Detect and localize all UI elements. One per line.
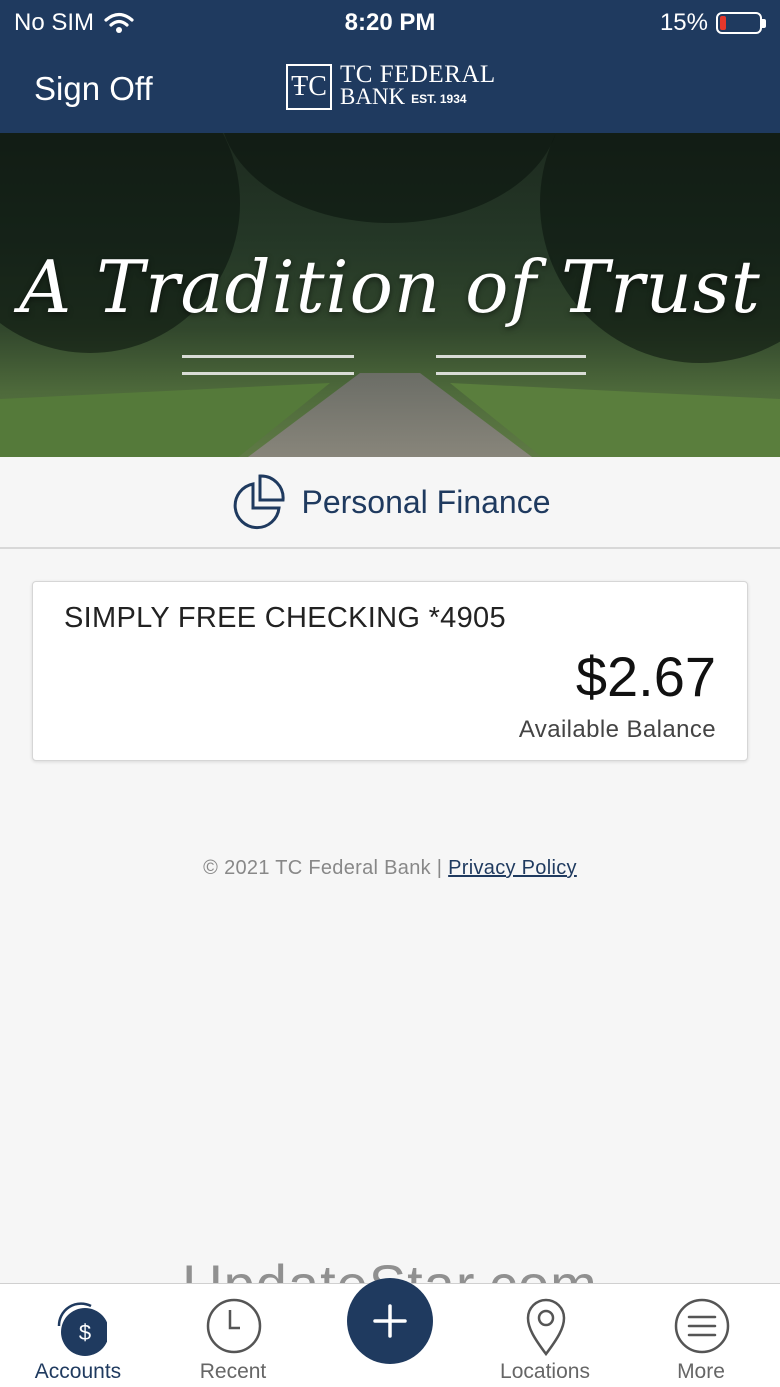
logo-text: TC FEDERAL BANK EST. 1934 bbox=[340, 61, 496, 110]
tab-accounts[interactable]: $ Accounts bbox=[13, 1284, 143, 1387]
pie-chart-icon bbox=[234, 474, 286, 530]
clock-icon bbox=[206, 1298, 262, 1354]
personal-finance-button[interactable]: Personal Finance bbox=[0, 457, 780, 549]
battery-percent: 15% bbox=[659, 9, 708, 36]
tab-locations[interactable]: Locations bbox=[480, 1284, 610, 1387]
tab-accounts-label: Accounts bbox=[34, 1360, 122, 1383]
hero-banner: A Tradition of Trust bbox=[0, 133, 780, 457]
account-card[interactable]: SIMPLY FREE CHECKING *4905 $2.67 Availab… bbox=[32, 581, 748, 761]
logo-est: EST. 1934 bbox=[411, 91, 467, 106]
sign-off-button[interactable]: Sign Off bbox=[34, 70, 153, 108]
app-header: No SIM 8:20 PM 15% Sign Off ŦC TC FEDERA… bbox=[0, 0, 780, 133]
tree-canopy-center bbox=[220, 133, 560, 223]
fence-right bbox=[436, 355, 586, 375]
plus-icon bbox=[373, 1304, 407, 1338]
battery-icon bbox=[716, 12, 766, 34]
tab-bar: $ Accounts Recent Locations More bbox=[0, 1278, 780, 1387]
tab-more[interactable]: More bbox=[636, 1284, 766, 1387]
add-button[interactable] bbox=[347, 1278, 433, 1364]
copyright-text: © 2021 TC Federal Bank | bbox=[203, 857, 443, 879]
account-name: SIMPLY FREE CHECKING *4905 bbox=[64, 602, 506, 634]
bank-logo: ŦC TC FEDERAL BANK EST. 1934 bbox=[286, 61, 496, 110]
banner-tagline: A Tradition of Trust bbox=[19, 245, 761, 329]
tab-more-label: More bbox=[677, 1360, 725, 1383]
logo-line1: TC FEDERAL bbox=[340, 61, 496, 89]
menu-icon bbox=[674, 1298, 730, 1354]
balance-label: Available Balance bbox=[518, 716, 716, 743]
account-balance: $2.67 bbox=[575, 645, 716, 708]
battery-group: 15% bbox=[660, 9, 766, 37]
tab-locations-label: Locations bbox=[500, 1360, 590, 1383]
status-bar: No SIM 8:20 PM 15% bbox=[0, 0, 780, 44]
svg-text:$: $ bbox=[79, 1320, 91, 1345]
logo-mark: ŦC bbox=[286, 64, 332, 110]
privacy-policy-link[interactable]: Privacy Policy bbox=[448, 857, 577, 879]
footer: © 2021 TC Federal Bank | Privacy Policy bbox=[0, 857, 780, 880]
tab-recent[interactable]: Recent bbox=[168, 1284, 298, 1387]
logo-line2: BANK bbox=[340, 84, 406, 110]
tab-recent-label: Recent bbox=[199, 1360, 267, 1383]
dollar-circle-icon: $ bbox=[57, 1302, 107, 1356]
map-pin-icon bbox=[526, 1298, 566, 1356]
fence-left bbox=[182, 355, 354, 375]
personal-finance-label: Personal Finance bbox=[301, 483, 551, 520]
logo-line2-group: BANK EST. 1934 bbox=[340, 84, 496, 110]
